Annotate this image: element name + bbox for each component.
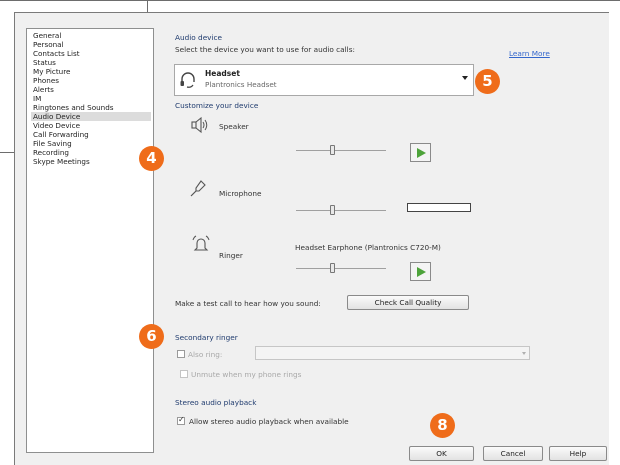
microphone-volume-thumb[interactable] bbox=[330, 205, 335, 215]
options-nav-list: General Personal Contacts List Status My… bbox=[26, 28, 154, 453]
microphone-icon bbox=[189, 178, 209, 198]
nav-item-video-device[interactable]: Video Device bbox=[31, 121, 151, 130]
microphone-volume-track[interactable] bbox=[296, 210, 386, 211]
cancel-button[interactable]: Cancel bbox=[483, 446, 543, 461]
nav-item-im[interactable]: IM bbox=[31, 94, 151, 103]
nav-item-audio-device[interactable]: Audio Device bbox=[31, 112, 151, 121]
selected-device-name: Headset bbox=[205, 69, 240, 78]
stereo-allow-label: Allow stereo audio playback when availab… bbox=[189, 417, 349, 426]
ringer-volume-thumb[interactable] bbox=[330, 263, 335, 273]
speaker-volume-track[interactable] bbox=[296, 150, 386, 151]
ringer-device-label: Headset Earphone (Plantronics C720-M) bbox=[295, 243, 441, 252]
ok-button[interactable]: OK bbox=[409, 446, 474, 461]
secondary-ringer-heading: Secondary ringer bbox=[175, 333, 238, 342]
unmute-label: Unmute when my phone rings bbox=[191, 370, 302, 379]
stereo-heading: Stereo audio playback bbox=[175, 398, 257, 407]
callout-badge-8: 8 bbox=[430, 413, 455, 438]
ringer-volume-track[interactable] bbox=[296, 268, 386, 269]
learn-more-link[interactable]: Learn More bbox=[509, 49, 550, 58]
microphone-level-meter bbox=[407, 203, 471, 212]
nav-item-contacts-list[interactable]: Contacts List bbox=[31, 49, 151, 58]
nav-item-skype-meetings[interactable]: Skype Meetings bbox=[31, 157, 151, 166]
callout-badge-5: 5 bbox=[475, 69, 500, 94]
headset-icon bbox=[179, 71, 197, 89]
nav-item-ringtones-and-sounds[interactable]: Ringtones and Sounds bbox=[31, 103, 151, 112]
audio-device-heading: Audio device bbox=[175, 33, 223, 42]
help-button[interactable]: Help bbox=[549, 446, 607, 461]
dropdown-arrow-icon[interactable] bbox=[462, 76, 468, 80]
check-call-quality-button[interactable]: Check Call Quality bbox=[347, 295, 469, 310]
secondary-dropdown-arrow-icon bbox=[522, 352, 526, 355]
bell-icon bbox=[192, 235, 210, 253]
connector-line-vertical bbox=[147, 0, 148, 12]
audio-device-instruction: Select the device you want to use for au… bbox=[175, 45, 355, 54]
outer-frame-left bbox=[0, 0, 620, 1]
nav-item-recording[interactable]: Recording bbox=[31, 148, 151, 157]
ringer-play-button[interactable] bbox=[410, 262, 431, 281]
unmute-checkbox[interactable] bbox=[180, 370, 188, 378]
nav-item-personal[interactable]: Personal bbox=[31, 40, 151, 49]
microphone-label: Microphone bbox=[219, 189, 262, 198]
ringer-label: Ringer bbox=[219, 251, 243, 260]
also-ring-checkbox[interactable] bbox=[177, 350, 185, 358]
test-call-text: Make a test call to hear how you sound: bbox=[175, 299, 321, 308]
speaker-play-button[interactable] bbox=[410, 143, 431, 162]
callout-badge-4: 4 bbox=[139, 146, 164, 171]
secondary-ringer-select[interactable] bbox=[255, 346, 530, 360]
nav-item-alerts[interactable]: Alerts bbox=[31, 85, 151, 94]
speaker-label: Speaker bbox=[219, 122, 249, 131]
nav-item-phones[interactable]: Phones bbox=[31, 76, 151, 85]
selected-device-subtitle: Plantronics Headset bbox=[205, 80, 277, 89]
callout-badge-6: 6 bbox=[139, 324, 164, 349]
audio-device-select[interactable]: Headset Plantronics Headset bbox=[174, 64, 474, 96]
speaker-volume-thumb[interactable] bbox=[330, 145, 335, 155]
stereo-checkbox[interactable] bbox=[177, 415, 185, 425]
customize-heading: Customize your device bbox=[175, 101, 259, 110]
also-ring-label: Also ring: bbox=[188, 350, 223, 359]
nav-item-file-saving[interactable]: File Saving bbox=[31, 139, 151, 148]
nav-item-status[interactable]: Status bbox=[31, 58, 151, 67]
nav-item-my-picture[interactable]: My Picture bbox=[31, 67, 151, 76]
nav-item-general[interactable]: General bbox=[31, 31, 151, 40]
nav-item-call-forwarding[interactable]: Call Forwarding bbox=[31, 130, 151, 139]
speaker-icon bbox=[190, 116, 210, 134]
